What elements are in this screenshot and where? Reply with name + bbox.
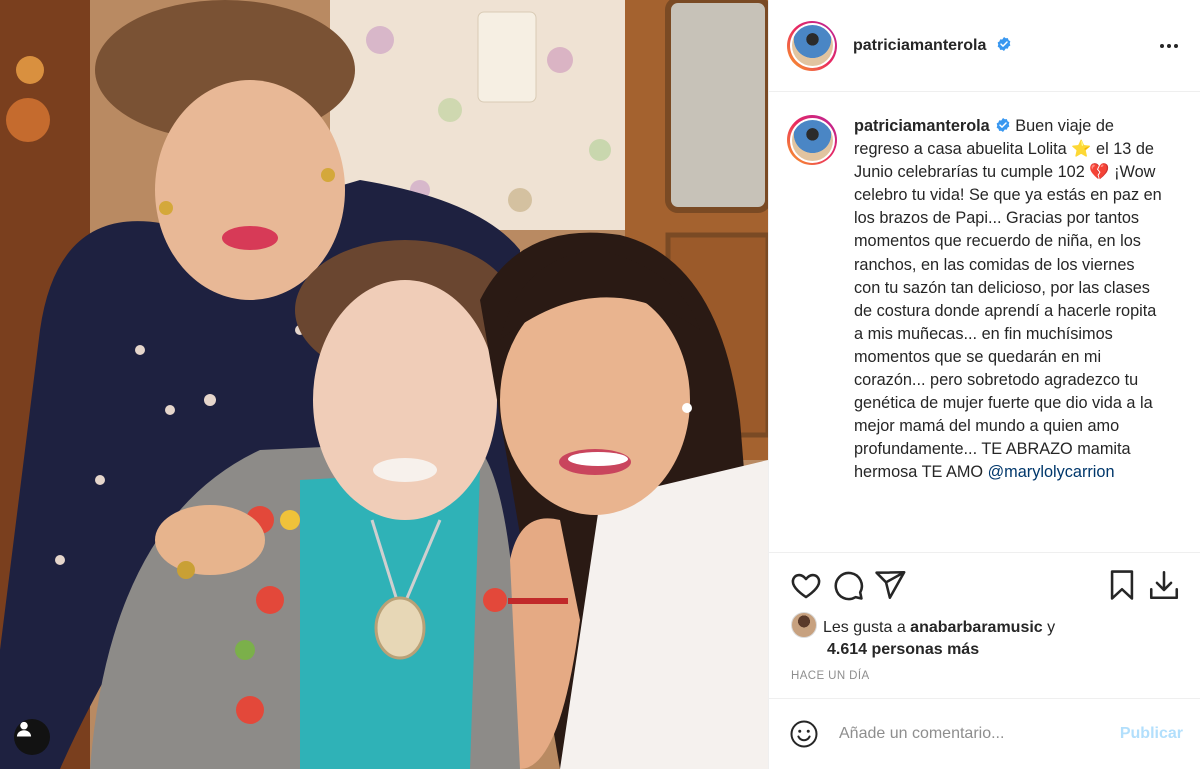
- avatar-image: [791, 25, 833, 66]
- likes-summary: Les gusta a anabarbaramusic y 4.614 pers…: [791, 612, 1191, 661]
- smiley-icon: [790, 720, 818, 748]
- user-icon: [16, 721, 32, 737]
- author-username-text[interactable]: patriciamanterola: [853, 37, 986, 54]
- comment-icon: [834, 571, 864, 601]
- caption: patriciamanterola Buen viaje de regreso …: [769, 93, 1200, 553]
- likes-count[interactable]: 4.614 personas más: [827, 639, 1191, 661]
- avatar-image: [791, 119, 833, 161]
- caption-author-avatar[interactable]: [787, 115, 837, 165]
- post-photo[interactable]: [0, 0, 768, 769]
- author-avatar[interactable]: [787, 20, 837, 71]
- caption-text: patriciamanterola Buen viaje de regreso …: [854, 115, 1164, 552]
- caption-mention[interactable]: @marylolycarrion: [988, 463, 1115, 481]
- caption-body-3: ¡Wow celebro tu vida! Se que ya estás en…: [854, 163, 1162, 482]
- action-bar: [769, 560, 1200, 610]
- post-sidebar: patriciamanterola patriciamanterola Buen…: [768, 0, 1200, 769]
- bookmark-icon: [1110, 570, 1134, 600]
- star-emoji: ⭐: [1071, 140, 1092, 159]
- download-button[interactable]: [1145, 566, 1183, 604]
- more-horizontal-icon: [1160, 43, 1178, 48]
- save-button[interactable]: [1103, 566, 1141, 604]
- download-icon: [1149, 570, 1179, 600]
- publish-button[interactable]: Publicar: [1120, 725, 1183, 743]
- comment-button[interactable]: [829, 566, 867, 604]
- emoji-button[interactable]: [787, 717, 821, 751]
- verified-badge-icon: [997, 37, 1011, 51]
- like-button[interactable]: [787, 566, 825, 604]
- send-icon: [875, 570, 906, 600]
- more-options-button[interactable]: [1156, 33, 1182, 59]
- liker-username[interactable]: anabarbaramusic: [910, 619, 1043, 636]
- likes-prefix: Les gusta a: [823, 619, 911, 636]
- comment-input[interactable]: [839, 725, 1112, 743]
- likes-connector: y: [1042, 619, 1056, 636]
- photo-illustration: [0, 0, 768, 769]
- tagged-people-button[interactable]: [14, 719, 50, 755]
- post-header: patriciamanterola: [769, 0, 1200, 92]
- liker-avatar[interactable]: [791, 612, 817, 638]
- author-username[interactable]: patriciamanterola: [853, 36, 1012, 55]
- post-timestamp[interactable]: HACE UN DÍA: [791, 670, 870, 682]
- heart-icon: [791, 573, 821, 599]
- caption-username[interactable]: patriciamanterola: [854, 117, 990, 135]
- verified-badge-icon: [996, 118, 1010, 132]
- share-button[interactable]: [871, 566, 909, 604]
- broken-heart-emoji: 💔: [1089, 163, 1110, 182]
- comment-bar: Publicar: [769, 698, 1200, 769]
